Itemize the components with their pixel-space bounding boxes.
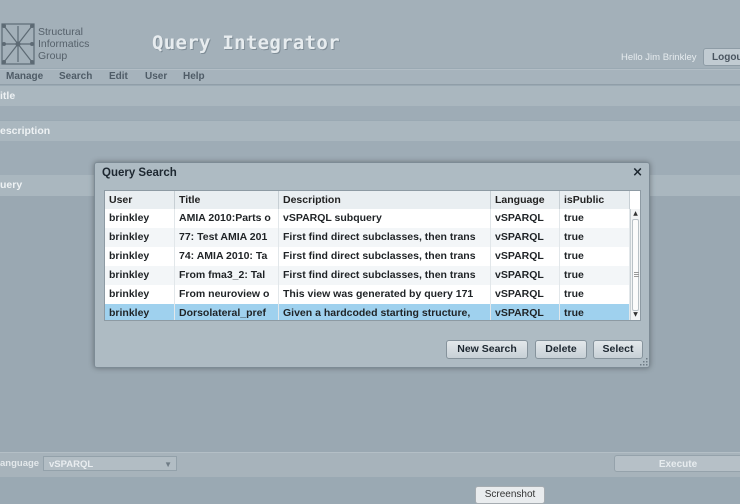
cell-description: Given a hardcoded starting structure, bbox=[279, 304, 491, 320]
dialog-title: Query Search bbox=[102, 167, 177, 179]
query-search-dialog: Query Search × User Title Description La… bbox=[94, 162, 650, 368]
cell-title: 74: AMIA 2010: Ta bbox=[175, 247, 279, 266]
cell-title: Dorsolateral_pref bbox=[175, 304, 279, 320]
cell-description: First find direct subclasses, then trans bbox=[279, 266, 491, 285]
table-row-selected[interactable]: brinkley Dorsolateral_pref Given a hardc… bbox=[105, 304, 630, 320]
cell-ispublic: true bbox=[560, 228, 630, 247]
language-select[interactable]: vSPARQL ▼ bbox=[43, 456, 177, 471]
cell-user: brinkley bbox=[105, 247, 175, 266]
menu-item-help[interactable]: Help bbox=[183, 70, 205, 84]
cell-description: First find direct subclasses, then trans bbox=[279, 247, 491, 266]
delete-button[interactable]: Delete bbox=[535, 340, 587, 359]
menu-item-search[interactable]: Search bbox=[59, 70, 92, 84]
cell-ispublic: true bbox=[560, 247, 630, 266]
menu-item-user[interactable]: User bbox=[145, 70, 167, 84]
chevron-down-icon: ▼ bbox=[164, 460, 172, 469]
app-header: Structural Informatics Group Query Integ… bbox=[0, 0, 740, 68]
scroll-up-icon[interactable]: ▲ bbox=[631, 209, 640, 219]
cell-language: vSPARQL bbox=[491, 228, 560, 247]
title-section-label: itle bbox=[0, 86, 740, 106]
cell-language: vSPARQL bbox=[491, 209, 560, 228]
cell-user: brinkley bbox=[105, 209, 175, 228]
table-row[interactable]: brinkley From fma3_2: Tal First find dir… bbox=[105, 266, 630, 285]
scroll-down-icon[interactable]: ▼ bbox=[631, 310, 640, 320]
column-header-ispublic[interactable]: isPublic bbox=[560, 191, 630, 209]
close-icon[interactable]: × bbox=[632, 165, 643, 180]
app-title: Query Integrator bbox=[152, 32, 340, 54]
cell-language: vSPARQL bbox=[491, 285, 560, 304]
cell-user: brinkley bbox=[105, 228, 175, 247]
screenshot-button[interactable]: Screenshot bbox=[475, 486, 545, 504]
cell-title: 77: Test AMIA 201 bbox=[175, 228, 279, 247]
cell-ispublic: true bbox=[560, 285, 630, 304]
column-header-title[interactable]: Title bbox=[175, 191, 279, 209]
column-header-language[interactable]: Language bbox=[491, 191, 560, 209]
cell-user: brinkley bbox=[105, 285, 175, 304]
new-search-button[interactable]: New Search bbox=[446, 340, 528, 359]
cell-description: This view was generated by query 171 bbox=[279, 285, 491, 304]
cell-title: AMIA 2010:Parts o bbox=[175, 209, 279, 228]
table-row[interactable]: brinkley 74: AMIA 2010: Ta First find di… bbox=[105, 247, 630, 266]
cell-language: vSPARQL bbox=[491, 304, 560, 320]
cell-ispublic: true bbox=[560, 266, 630, 285]
table-row[interactable]: brinkley AMIA 2010:Parts o vSPARQL subqu… bbox=[105, 209, 630, 228]
select-button[interactable]: Select bbox=[593, 340, 643, 359]
query-results-table: User Title Description Language isPublic… bbox=[104, 190, 641, 321]
table-row[interactable]: brinkley From neuroview o This view was … bbox=[105, 285, 630, 304]
user-greeting: Hello Jim Brinkley bbox=[621, 52, 697, 63]
cell-ispublic: true bbox=[560, 209, 630, 228]
cell-user: brinkley bbox=[105, 266, 175, 285]
description-section-label: escription bbox=[0, 121, 740, 141]
cell-language: vSPARQL bbox=[491, 266, 560, 285]
grip-icon bbox=[634, 272, 639, 273]
menu-item-edit[interactable]: Edit bbox=[109, 70, 128, 84]
resize-grip-icon[interactable] bbox=[640, 358, 648, 366]
cell-description: vSPARQL subquery bbox=[279, 209, 491, 228]
column-header-description[interactable]: Description bbox=[279, 191, 491, 209]
column-header-user[interactable]: User bbox=[105, 191, 175, 209]
scrollbar-thumb[interactable] bbox=[632, 219, 639, 311]
cell-ispublic: true bbox=[560, 304, 630, 320]
execute-button[interactable]: Execute bbox=[614, 455, 740, 472]
logout-button[interactable]: Logou bbox=[703, 48, 740, 66]
table-header: User Title Description Language isPublic bbox=[105, 191, 630, 210]
table-scrollbar[interactable]: ▲ ▼ bbox=[630, 209, 640, 320]
logo-text: Structural Informatics Group bbox=[38, 26, 90, 62]
cell-user: brinkley bbox=[105, 304, 175, 320]
cell-title: From neuroview o bbox=[175, 285, 279, 304]
menu-bar: Manage Search Edit User Help bbox=[0, 69, 740, 85]
menu-item-manage[interactable]: Manage bbox=[6, 70, 43, 84]
title-input[interactable] bbox=[0, 106, 740, 120]
cell-title: From fma3_2: Tal bbox=[175, 266, 279, 285]
language-select-value: vSPARQL bbox=[49, 459, 94, 470]
table-row[interactable]: brinkley 77: Test AMIA 201 First find di… bbox=[105, 228, 630, 247]
structural-informatics-logo-icon bbox=[1, 23, 35, 65]
cell-description: First find direct subclasses, then trans bbox=[279, 228, 491, 247]
language-label: anguage bbox=[0, 458, 40, 469]
cell-language: vSPARQL bbox=[491, 247, 560, 266]
